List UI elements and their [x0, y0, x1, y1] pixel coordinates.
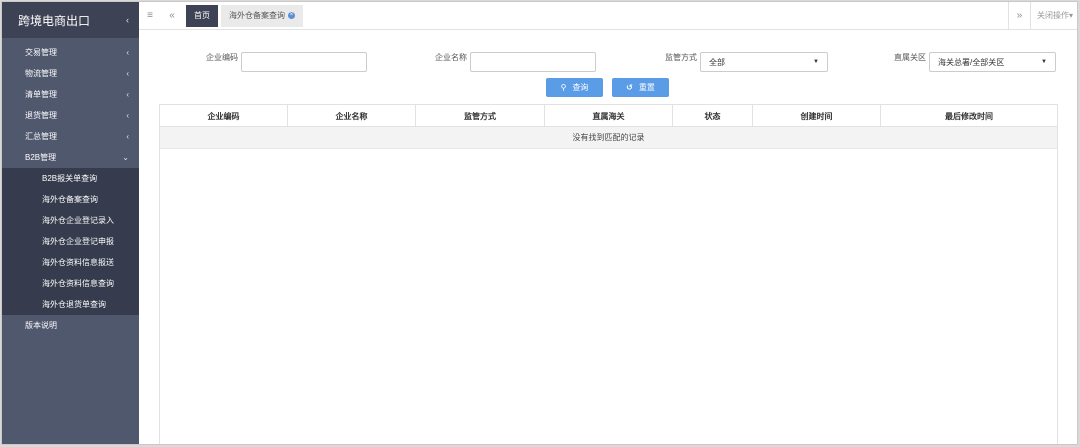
company-name-input[interactable] — [470, 52, 596, 72]
tab-bar: ≡ « 首页 海外仓备案查询 × » 关闭操作▾ — [139, 2, 1077, 30]
submenu-item-warehouse-info-query[interactable]: 海外仓资料信息查询 — [2, 273, 139, 294]
sidebar-item-b2b[interactable]: B2B管理 ⌄ — [2, 147, 139, 168]
supervision-mode-label: 监管方式 — [665, 53, 697, 62]
search-button[interactable]: ⚲ 查询 — [546, 78, 603, 97]
sidebar-item-logistics[interactable]: 物流管理 ‹ — [2, 63, 139, 84]
tab-bar-spacer — [303, 2, 1008, 30]
sidebar-menu: 交易管理 ‹ 物流管理 ‹ 清单管理 ‹ 退货管理 ‹ 汇总管理 ‹ B2B管理… — [2, 42, 139, 336]
company-code-input[interactable] — [241, 52, 367, 72]
sidebar-item-label: B2B管理 — [25, 153, 57, 162]
close-operations-dropdown[interactable]: 关闭操作▾ — [1031, 10, 1077, 21]
column-header-supervision-mode[interactable]: 监管方式 — [416, 105, 545, 127]
sidebar-item-label: 交易管理 — [25, 48, 57, 57]
supervision-mode-select[interactable]: 全部 ▼ — [700, 52, 828, 72]
table-header: 企业编码 企业名称 监管方式 直属海关 状态 创建时间 最后修改时间 — [160, 105, 1057, 127]
column-header-status[interactable]: 状态 — [673, 105, 753, 127]
reset-button-label: 重置 — [638, 83, 655, 92]
column-header-customs[interactable]: 直属海关 — [545, 105, 673, 127]
sidebar: 跨境电商出口 ‹ 交易管理 ‹ 物流管理 ‹ 清单管理 ‹ 退货管理 ‹ 汇总管… — [2, 2, 139, 444]
sidebar-collapse-icon[interactable]: ‹ — [126, 15, 129, 25]
column-header-modified-time[interactable]: 最后修改时间 — [881, 105, 1057, 127]
search-button-label: 查询 — [572, 83, 589, 92]
main-content: 企业编码 企业名称 监管方式 全部 ▼ 直属关区 海关总署/全部关区 ▼ ⚲ 查… — [139, 30, 1077, 444]
tab-home-label: 首页 — [194, 11, 210, 20]
sidebar-item-label: 清单管理 — [25, 90, 57, 99]
search-form: 企业编码 企业名称 监管方式 全部 ▼ 直属关区 海关总署/全部关区 ▼ — [139, 52, 1077, 72]
sidebar-item-label: 汇总管理 — [25, 132, 57, 141]
customs-district-value: 海关总署/全部关区 — [938, 57, 1005, 67]
sidebar-brand: 跨境电商出口 ‹ — [2, 2, 139, 38]
chevron-left-icon: ‹ — [126, 69, 129, 78]
scroll-tabs-right-icon[interactable]: » — [1009, 2, 1031, 30]
sidebar-item-manifest[interactable]: 清单管理 ‹ — [2, 84, 139, 105]
supervision-mode-value: 全部 — [709, 57, 725, 67]
tab-warehouse-record-query[interactable]: 海外仓备案查询 × — [221, 4, 303, 27]
close-operations-label: 关闭操作 — [1036, 11, 1069, 20]
chevron-left-icon: ‹ — [126, 111, 129, 120]
sidebar-item-trade[interactable]: 交易管理 ‹ — [2, 42, 139, 63]
submenu-item-warehouse-company-entry[interactable]: 海外仓企业登记录入 — [2, 210, 139, 231]
caret-down-icon: ▾ — [1068, 11, 1073, 20]
sidebar-item-version[interactable]: 版本说明 — [2, 315, 139, 336]
results-table: 企业编码 企业名称 监管方式 直属海关 状态 创建时间 最后修改时间 没有找到匹… — [159, 104, 1058, 444]
menu-toggle-icon[interactable]: ≡ — [139, 2, 161, 30]
tab-label: 海外仓备案查询 — [229, 11, 285, 20]
sidebar-item-label: 退货管理 — [25, 111, 57, 120]
submenu-item-warehouse-info-submit[interactable]: 海外仓资料信息报送 — [2, 252, 139, 273]
sidebar-item-returns[interactable]: 退货管理 ‹ — [2, 105, 139, 126]
chevron-left-icon: ‹ — [126, 48, 129, 57]
tab-home[interactable]: 首页 — [186, 4, 218, 27]
sidebar-item-label: 物流管理 — [25, 69, 57, 78]
sidebar-item-label: 版本说明 — [25, 321, 57, 330]
company-name-label: 企业名称 — [435, 53, 467, 62]
caret-down-icon: ▼ — [1041, 59, 1047, 65]
column-header-company-name[interactable]: 企业名称 — [288, 105, 416, 127]
column-header-company-code[interactable]: 企业编码 — [160, 105, 288, 127]
brand-title: 跨境电商出口 — [18, 13, 91, 28]
submenu-item-warehouse-company-declare[interactable]: 海外仓企业登记申报 — [2, 231, 139, 252]
reset-icon: ↺ — [626, 83, 633, 92]
tab-bar-right: » 关闭操作▾ — [1007, 2, 1077, 30]
customs-district-select[interactable]: 海关总署/全部关区 ▼ — [929, 52, 1056, 72]
submenu-item-warehouse-return-query[interactable]: 海外仓退货单查询 — [2, 294, 139, 315]
scroll-tabs-left-icon[interactable]: « — [161, 2, 183, 30]
customs-district-label: 直属关区 — [894, 53, 926, 62]
chevron-down-icon: ⌄ — [122, 153, 129, 162]
close-tab-icon[interactable]: × — [288, 12, 295, 19]
column-header-created-time[interactable]: 创建时间 — [753, 105, 881, 127]
caret-down-icon: ▼ — [813, 59, 819, 65]
sidebar-item-summary[interactable]: 汇总管理 ‹ — [2, 126, 139, 147]
chevron-left-icon: ‹ — [126, 90, 129, 99]
submenu-item-b2b-declaration-query[interactable]: B2B报关单查询 — [2, 168, 139, 189]
search-icon: ⚲ — [560, 83, 567, 92]
app-window: 跨境电商出口 ‹ 交易管理 ‹ 物流管理 ‹ 清单管理 ‹ 退货管理 ‹ 汇总管… — [1, 1, 1078, 445]
b2b-submenu: B2B报关单查询 海外仓备案查询 海外仓企业登记录入 海外仓企业登记申报 海外仓… — [2, 168, 139, 315]
submenu-item-warehouse-record-query[interactable]: 海外仓备案查询 — [2, 189, 139, 210]
company-code-label: 企业编码 — [206, 53, 238, 62]
chevron-left-icon: ‹ — [126, 132, 129, 141]
empty-table-message: 没有找到匹配的记录 — [160, 127, 1057, 149]
reset-button[interactable]: ↺ 重置 — [612, 78, 669, 97]
